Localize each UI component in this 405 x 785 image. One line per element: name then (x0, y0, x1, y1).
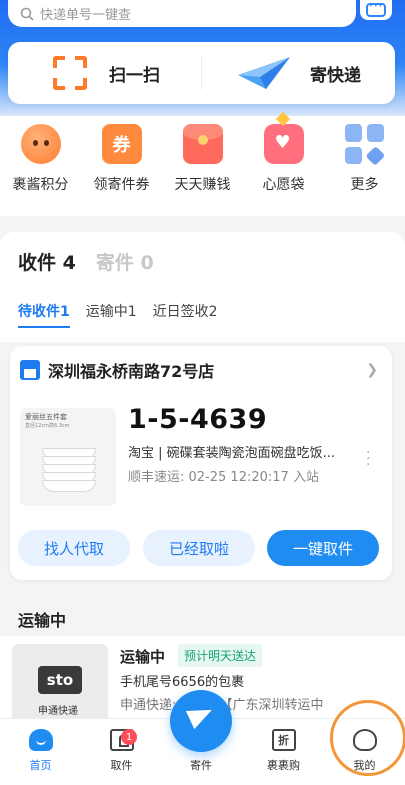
store-icon (20, 360, 40, 380)
tab-label: 取件 (110, 759, 133, 772)
message-icon (366, 0, 386, 17)
service-wish-bag[interactable]: 心愿袋 (243, 116, 324, 216)
subtab-in-transit[interactable]: 运输中1 (86, 301, 137, 321)
tab-label: 裹裹购 (267, 759, 300, 772)
proxy-pickup-button[interactable]: 找人代取 (18, 530, 130, 566)
transit-info: 申通快递: 快件由【广东深圳转运中 (120, 698, 324, 713)
send-plane-icon (185, 700, 217, 730)
service-more[interactable]: 更多 (324, 116, 405, 216)
tab-pickup[interactable]: 取件 (81, 719, 162, 785)
store-row[interactable]: 深圳福永桥南路72号店 (20, 358, 214, 382)
subtab-indicator (18, 326, 70, 328)
tab-label: 首页 (29, 759, 52, 772)
service-label: 更多 (350, 177, 379, 193)
pickup-card[interactable]: 深圳福永桥南路72号店 ❯ 爱丽丝五件套 直径12cm高6.3cm 1-5-46… (10, 346, 392, 580)
send-button[interactable] (170, 690, 232, 752)
section-title-transit: 运输中 (18, 611, 67, 630)
subtab-recently-signed[interactable]: 近日签收2 (153, 301, 218, 321)
product-thumbnail: 爱丽丝五件套 直径12cm高6.3cm (20, 408, 116, 506)
carrier-name: 申通快递 (38, 706, 78, 717)
service-earn[interactable]: 天天赚钱 (162, 116, 243, 216)
service-grid: 裹酱积分 券 领寄件券 天天赚钱 心愿袋 更多 (0, 116, 405, 216)
bowl-stack-image (42, 448, 96, 498)
chevron-right-icon[interactable]: ❯ (366, 362, 378, 378)
parcel-tabs: 收件 4 寄件 0 (18, 248, 154, 275)
quick-actions: 扫一扫 寄快递 (8, 42, 395, 104)
carrier-logo: sto 申通快递 (12, 644, 108, 728)
red-packet-icon (182, 124, 223, 164)
tab-shop[interactable]: 折 裹裹购 (243, 719, 324, 785)
store-name: 深圳福永桥南路72号店 (48, 362, 215, 381)
service-coupon[interactable]: 券 领寄件券 (81, 116, 162, 216)
coupon-icon: 券 (101, 124, 142, 164)
transit-status: 运输中 (120, 648, 166, 666)
profile-icon (352, 729, 377, 751)
tab-receive[interactable]: 收件 4 (18, 248, 76, 275)
search-placeholder: 快递单号一键查 (40, 8, 132, 23)
pickup-count-badge: 1 (121, 729, 137, 745)
parcel-status: 顺丰速运: 02-25 12:20:17 入站 (128, 470, 319, 485)
eta-badge: 预计明天送达 (178, 644, 263, 667)
thumbnail-title: 爱丽丝五件套 (25, 413, 67, 421)
search-icon (20, 7, 34, 21)
paper-plane-icon (238, 57, 290, 89)
tab-label: 我的 (353, 759, 376, 772)
tab-home[interactable]: 首页 (0, 719, 81, 785)
more-grid-icon (344, 124, 385, 166)
scan-label: 扫一扫 (109, 65, 160, 86)
search-bar[interactable]: 快递单号一键查 (8, 0, 356, 27)
shop-bag-icon: 折 (271, 729, 296, 751)
parcel-subtabs: 待收件1 运输中1 近日签收2 (18, 301, 218, 321)
home-icon (28, 729, 53, 751)
picked-up-button[interactable]: 已经取啦 (143, 530, 255, 566)
send-express-button[interactable]: 寄快递 (202, 42, 395, 104)
tab-mine[interactable]: 我的 (324, 719, 405, 785)
tab-send[interactable]: 寄件 0 (96, 248, 154, 275)
service-label: 天天赚钱 (174, 177, 231, 193)
service-points[interactable]: 裹酱积分 (0, 116, 81, 216)
scan-button[interactable]: 扫一扫 (8, 42, 201, 104)
scan-icon (39, 52, 91, 94)
service-label: 心愿袋 (262, 177, 305, 193)
subtab-pending[interactable]: 待收件1 (18, 301, 70, 321)
service-label: 裹酱积分 (12, 177, 69, 193)
pickup-code: 1-5-4639 (128, 404, 268, 435)
send-express-label: 寄快递 (310, 65, 361, 86)
service-label: 领寄件券 (93, 177, 150, 193)
transit-description: 手机尾号6656的包裹 (120, 675, 245, 690)
message-button[interactable] (360, 0, 392, 20)
more-vertical-icon[interactable]: · · · (366, 446, 370, 472)
one-tap-pickup-button[interactable]: 一键取件 (267, 530, 379, 566)
wish-bag-icon (263, 124, 304, 164)
send-label: 寄件 (190, 759, 212, 772)
sto-logo: sto (38, 666, 82, 694)
mascot-face-icon (20, 124, 61, 164)
thumbnail-subtitle: 直径12cm高6.3cm (25, 423, 70, 429)
parcel-description: 淘宝 | 碗碟套装陶瓷泡面碗盘吃饭... (128, 446, 336, 461)
